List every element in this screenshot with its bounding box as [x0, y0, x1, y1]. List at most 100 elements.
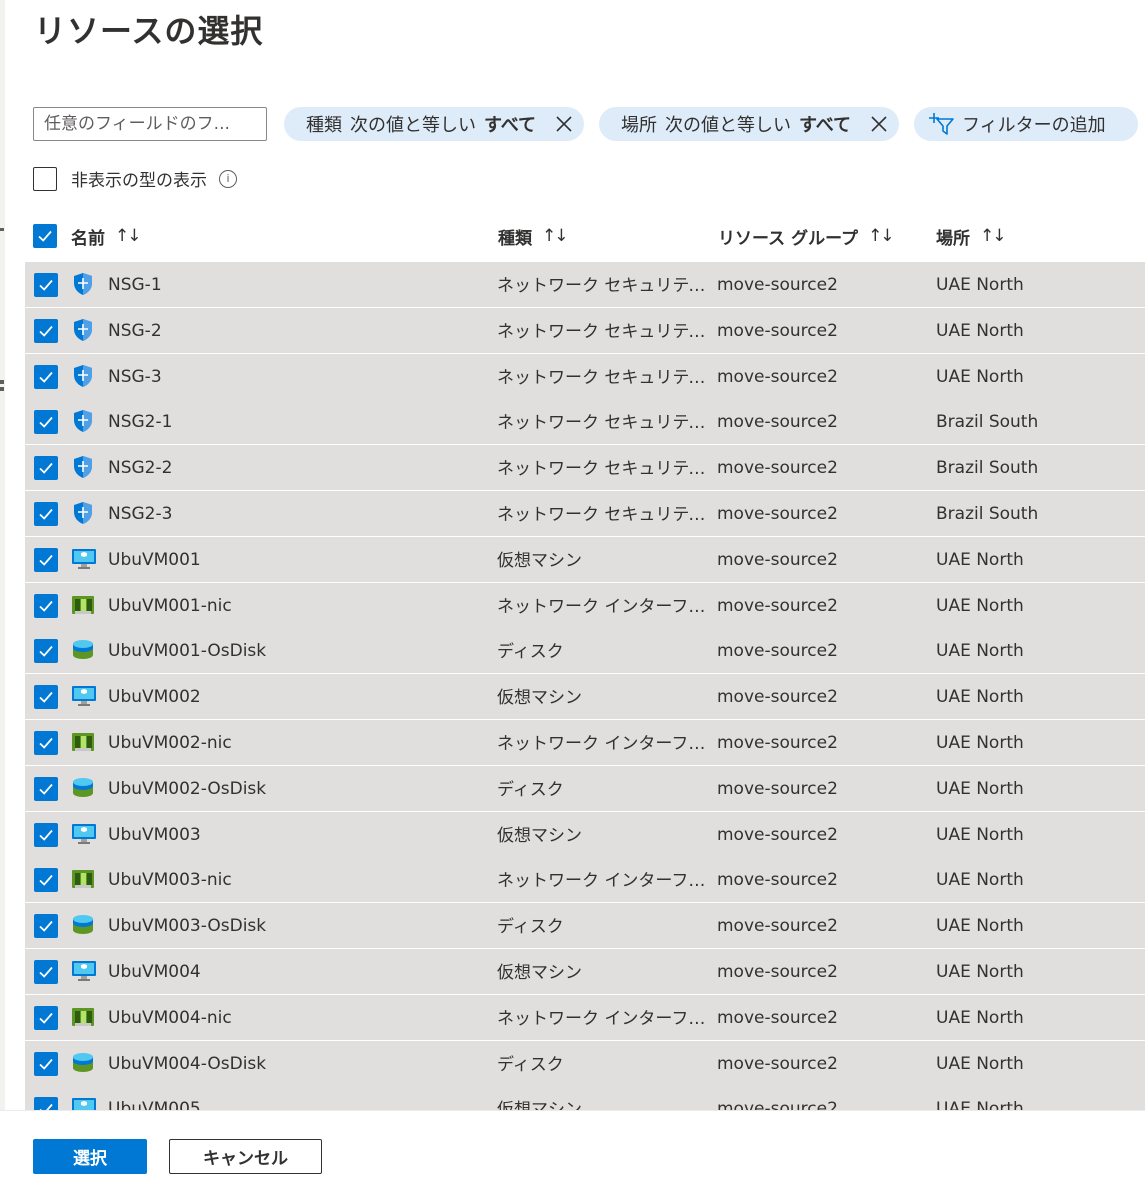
row-checkbox[interactable]: [34, 1097, 58, 1110]
row-checkbox[interactable]: [34, 1005, 58, 1030]
select-all-checkbox[interactable]: [33, 224, 57, 248]
table-row[interactable]: NSG-3 ネットワーク セキュリティ グループ move-source2 UAE N…: [25, 353, 1145, 400]
table-row[interactable]: UbuVM003-nic ネットワーク インターフェイス move-source2 U…: [25, 857, 1145, 904]
row-checkbox[interactable]: [34, 273, 58, 297]
table-row[interactable]: UbuVM001-nic ネットワーク インターフェイス move-source2 U…: [25, 582, 1145, 629]
table-row[interactable]: UbuVM003-OsDisk ディスク move-source2 UAE North: [25, 903, 1145, 950]
row-type: ネットワーク インターフェイス: [497, 871, 707, 892]
column-header-resource-group[interactable]: リソース グループ ↑↓: [718, 222, 895, 250]
table-row[interactable]: UbuVM001 仮想マシン move-source2 UAE North: [25, 536, 1145, 583]
checkmark-icon: [39, 875, 53, 887]
row-checkbox[interactable]: [34, 364, 58, 389]
row-checkbox[interactable]: [34, 914, 58, 939]
checkmark-icon: [39, 508, 53, 520]
nsg-shield-icon: [71, 501, 95, 525]
column-header-type[interactable]: 種類 ↑↓: [498, 222, 568, 250]
row-type: ディスク: [497, 779, 564, 800]
table-row[interactable]: UbuVM004-nic ネットワーク インターフェイス move-source2 U…: [25, 994, 1145, 1041]
show-hidden-types[interactable]: 非表示の型の表示 i: [33, 166, 237, 191]
row-resource-group: move-source2: [717, 916, 838, 937]
row-type: ネットワーク セキュリティ グループ: [497, 413, 707, 434]
row-resource-group: move-source2: [717, 778, 838, 799]
row-name: NSG-3: [108, 366, 162, 387]
row-checkbox[interactable]: [34, 456, 58, 481]
table-row[interactable]: UbuVM001-OsDisk ディスク move-source2 UAE North: [25, 628, 1145, 675]
row-checkbox[interactable]: [34, 822, 58, 847]
table-row[interactable]: UbuVM004 仮想マシン move-source2 UAE North: [25, 949, 1145, 995]
sort-icon[interactable]: ↑↓: [115, 226, 141, 246]
row-checkbox[interactable]: [34, 639, 58, 664]
table-row[interactable]: UbuVM002-nic ネットワーク インターフェイス move-source2 U…: [25, 720, 1145, 766]
nic-card-icon: [71, 730, 95, 754]
row-checkbox[interactable]: [34, 547, 58, 572]
row-type: 仮想マシン: [497, 825, 582, 846]
sort-icon[interactable]: ↑↓: [868, 226, 894, 246]
cancel-button[interactable]: キャンセル: [169, 1139, 322, 1174]
table-row[interactable]: NSG2-1 ネットワーク セキュリティ グループ move-source2 Braz…: [25, 399, 1145, 446]
row-resource-group: move-source2: [717, 595, 838, 616]
table-row[interactable]: UbuVM002-OsDisk ディスク move-source2 UAE North: [25, 765, 1145, 812]
row-checkbox[interactable]: [34, 410, 58, 435]
row-resource-group: move-source2: [717, 641, 838, 662]
info-icon[interactable]: i: [219, 169, 237, 188]
column-header-label: 種類: [498, 228, 532, 249]
row-location: UAE North: [936, 366, 1024, 387]
table-row[interactable]: NSG-2 ネットワーク セキュリティ グループ move-source2 UAE N…: [25, 307, 1145, 354]
row-checkbox[interactable]: [34, 868, 58, 893]
row-name: UbuVM003-nic: [108, 870, 232, 891]
row-checkbox[interactable]: [34, 685, 58, 710]
checkmark-icon: [39, 829, 53, 841]
add-filter-icon: [929, 113, 954, 135]
row-checkbox[interactable]: [34, 593, 58, 618]
nic-card-icon: [71, 1005, 95, 1029]
row-name: NSG2-3: [108, 504, 173, 524]
table-row[interactable]: UbuVM005 仮想マシン move-source2 UAE North: [25, 1086, 1145, 1110]
column-header-name[interactable]: 名前 ↑↓: [71, 222, 141, 250]
row-type: 仮想マシン: [497, 688, 582, 709]
row-name: UbuVM001: [108, 549, 201, 570]
row-checkbox[interactable]: [34, 502, 58, 526]
table-row[interactable]: NSG2-3 ネットワーク セキュリティ グループ move-source2 Braz…: [25, 491, 1145, 537]
column-header-location[interactable]: 場所 ↑↓: [936, 222, 1006, 250]
nic-card-icon: [71, 867, 95, 891]
show-hidden-checkbox[interactable]: [33, 166, 57, 191]
checkmark-icon: [39, 737, 53, 749]
search-input[interactable]: [33, 107, 267, 141]
disk-icon: [71, 913, 95, 937]
close-icon[interactable]: [869, 114, 889, 134]
checkmark-icon: [39, 554, 53, 566]
sort-icon[interactable]: ↑↓: [980, 226, 1006, 246]
filter-pill-type[interactable]: 種類 次の値と等しい すべて: [284, 107, 584, 141]
row-name: NSG2-2: [108, 458, 173, 479]
close-icon[interactable]: [554, 114, 574, 134]
row-type: 仮想マシン: [497, 550, 582, 571]
select-button[interactable]: 選択: [33, 1139, 147, 1174]
row-checkbox[interactable]: [34, 1051, 58, 1076]
row-name: UbuVM004: [108, 962, 201, 982]
row-name: UbuVM003-OsDisk: [108, 916, 267, 937]
row-checkbox[interactable]: [34, 776, 58, 801]
table-row[interactable]: NSG2-2 ネットワーク セキュリティ グループ move-source2 Braz…: [25, 445, 1145, 492]
row-checkbox[interactable]: [34, 731, 58, 755]
row-name: UbuVM002: [108, 687, 201, 708]
row-name: NSG-1: [108, 275, 162, 295]
row-checkbox[interactable]: [34, 318, 58, 343]
table-row[interactable]: UbuVM003 仮想マシン move-source2 UAE North: [25, 811, 1145, 858]
row-resource-group: move-source2: [717, 275, 838, 295]
row-type: ネットワーク セキュリティ グループ: [497, 505, 707, 525]
row-resource-group: move-source2: [717, 687, 838, 708]
table-row[interactable]: UbuVM002 仮想マシン move-source2 UAE North: [25, 674, 1145, 721]
row-resource-group: move-source2: [717, 824, 838, 845]
row-type: ネットワーク インターフェイス: [497, 596, 707, 617]
filter-pill-location[interactable]: 場所 次の値と等しい すべて: [599, 107, 899, 141]
add-filter-button[interactable]: フィルターの追加: [914, 107, 1138, 141]
filter-field: 場所: [621, 115, 657, 136]
nsg-shield-icon: [71, 272, 95, 296]
row-location: UAE North: [936, 962, 1024, 982]
row-type: ネットワーク インターフェイス: [497, 1008, 707, 1029]
table-row[interactable]: UbuVM004-OsDisk ディスク move-source2 UAE North: [25, 1040, 1145, 1087]
nic-card-icon: [71, 593, 95, 617]
sort-icon[interactable]: ↑↓: [542, 226, 568, 246]
row-checkbox[interactable]: [34, 960, 58, 984]
table-row[interactable]: NSG-1 ネットワーク セキュリティ グループ move-source2 UAE N…: [25, 262, 1145, 308]
